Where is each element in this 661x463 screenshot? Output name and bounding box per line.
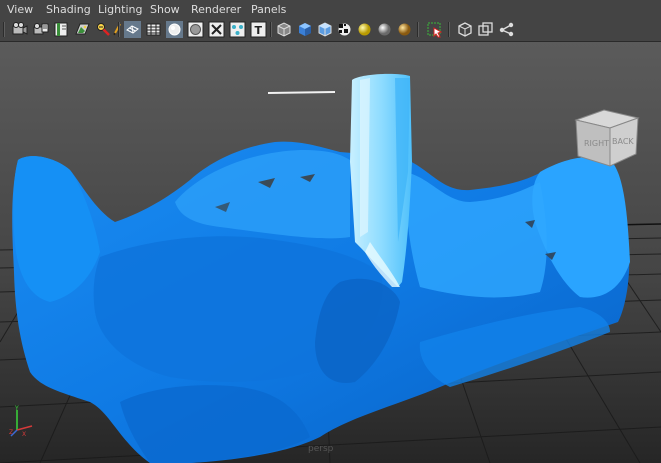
xray-icon[interactable]: [208, 21, 225, 38]
toolbar-separator: [118, 22, 120, 37]
menu-renderer[interactable]: Renderer: [191, 3, 241, 16]
image-plane-icon[interactable]: [74, 21, 91, 38]
camera-name-label: persp: [308, 444, 334, 454]
toolbar-separator: [270, 22, 272, 37]
use-all-lights-icon[interactable]: [356, 21, 373, 38]
ambient-occlusion-icon[interactable]: [396, 21, 413, 38]
svg-text:X: X: [22, 431, 26, 438]
textured-icon[interactable]: T: [250, 21, 267, 38]
flat-shade-icon[interactable]: [316, 21, 333, 38]
viewport-scene: [0, 42, 661, 463]
axis-gizmo: Y X Z: [9, 405, 33, 438]
emitter-line: [267, 91, 336, 94]
menu-panels[interactable]: Panels: [251, 3, 286, 16]
menu-shading[interactable]: Shading: [46, 3, 91, 16]
smooth-shade-icon[interactable]: [166, 21, 183, 38]
grid-toggle-icon[interactable]: [145, 21, 162, 38]
viewcube-back-label: BACK: [612, 137, 634, 146]
svg-text:Y: Y: [14, 405, 19, 412]
viewcube[interactable]: RIGHT BACK: [572, 106, 642, 168]
safe-area-icon[interactable]: [498, 21, 515, 38]
checker-icon[interactable]: [336, 21, 353, 38]
viewcube-right-label: RIGHT: [584, 139, 609, 148]
smooth-shade-all-icon[interactable]: [296, 21, 313, 38]
default-material-icon[interactable]: [187, 21, 204, 38]
toolbar-separator: [448, 22, 450, 37]
menu-show[interactable]: Show: [150, 3, 180, 16]
camera-attributes-icon[interactable]: [32, 21, 49, 38]
bookmark-icon[interactable]: [53, 21, 70, 38]
wireframe-icon[interactable]: [124, 21, 141, 38]
menu-lighting[interactable]: Lighting: [98, 3, 142, 16]
toolbar-separator: [3, 22, 5, 37]
camera-select-icon[interactable]: [11, 21, 28, 38]
3d-viewport[interactable]: RIGHT BACK: [0, 42, 661, 463]
toolbar-separator: [417, 22, 419, 37]
xray-joints-icon[interactable]: [229, 21, 246, 38]
isolate-select-icon[interactable]: [426, 21, 443, 38]
menu-view[interactable]: View: [7, 3, 33, 16]
svg-text:Z: Z: [9, 429, 13, 436]
camera-gate-icon[interactable]: [456, 21, 473, 38]
2d-pan-zoom-icon[interactable]: [95, 21, 112, 38]
shadows-icon[interactable]: [376, 21, 393, 38]
maya-viewport-panel: View Shading Lighting Show Renderer Pane…: [0, 0, 661, 463]
svg-text:T: T: [255, 24, 263, 37]
wireframe-on-shaded-icon[interactable]: [275, 21, 292, 38]
resolution-gate-icon[interactable]: [477, 21, 494, 38]
panel-menu-bar: View Shading Lighting Show Renderer Pane…: [0, 0, 661, 19]
panel-toolbar: T: [0, 19, 661, 42]
